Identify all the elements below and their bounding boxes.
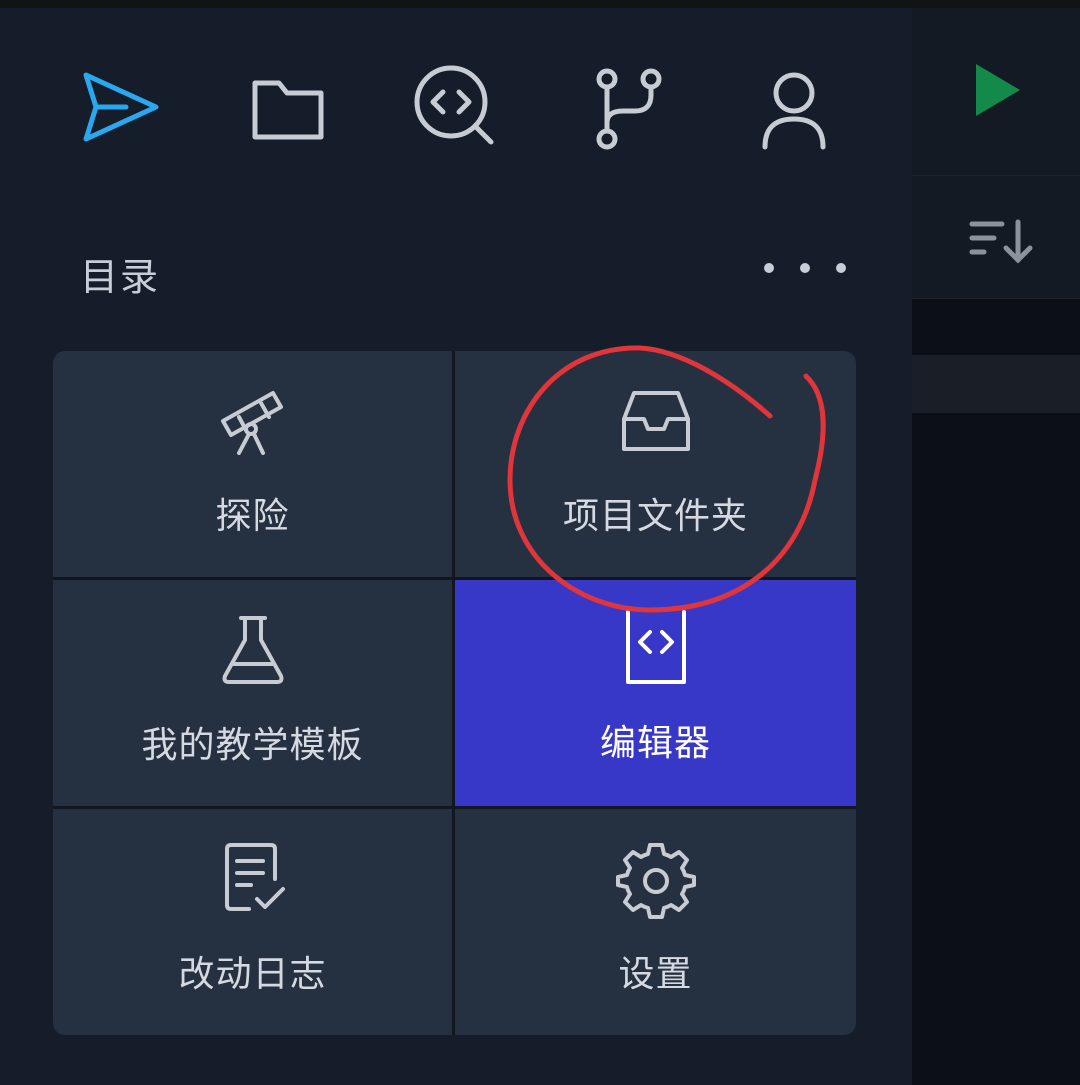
gear-icon	[615, 843, 696, 919]
editor-toolbar	[912, 176, 1080, 299]
changelog-icon	[224, 843, 285, 911]
tile-label: 编辑器	[599, 723, 711, 764]
tile-my-templates[interactable]: 我的教学模板	[53, 580, 452, 806]
menu-grid: 探险 项目文件夹 我的教学模板 编辑器 改动日志 设置	[53, 351, 856, 1035]
profile-button[interactable]	[744, 60, 844, 160]
tile-project-folder[interactable]: 项目文件夹	[455, 351, 856, 577]
git-branch-button[interactable]	[574, 60, 674, 160]
tile-changelog[interactable]: 改动日志	[53, 809, 452, 1035]
telescope-icon	[220, 391, 283, 455]
play-button[interactable]	[968, 60, 1028, 120]
code-search-icon	[414, 65, 494, 145]
tile-settings[interactable]: 设置	[455, 809, 856, 1035]
folder-icon	[252, 80, 324, 140]
tile-label: 项目文件夹	[562, 496, 748, 537]
editor-row	[912, 355, 1080, 413]
tile-explore[interactable]: 探险	[53, 351, 452, 577]
editor-header	[912, 8, 1080, 176]
tile-editor[interactable]: 编辑器	[455, 580, 856, 806]
git-branch-icon	[596, 68, 662, 150]
editor-area	[912, 8, 1080, 1085]
send-button[interactable]	[67, 60, 167, 160]
editor-gap	[912, 299, 1080, 355]
user-icon	[762, 72, 826, 150]
section-title: 目录	[80, 255, 161, 299]
folder-button[interactable]	[236, 60, 336, 160]
app-window: 目录 探险 项目文件夹 我的教学模板 编辑器 改动日志 设置	[0, 0, 1080, 1085]
tile-label: 我的教学模板	[141, 725, 364, 766]
inbox-icon	[621, 391, 690, 451]
play-icon	[976, 64, 1020, 116]
sort-button[interactable]	[966, 218, 1036, 268]
navigation-panel: 目录 探险 项目文件夹 我的教学模板 编辑器 改动日志 设置	[0, 8, 912, 1085]
flask-icon	[222, 616, 283, 684]
top-icon-bar	[0, 60, 912, 160]
more-options-button[interactable]	[764, 248, 846, 288]
more-horizontal-icon	[764, 263, 774, 273]
code-search-button[interactable]	[405, 60, 505, 160]
send-icon	[83, 72, 159, 142]
tile-label: 改动日志	[178, 954, 327, 995]
tile-label: 探险	[215, 496, 290, 537]
sort-descending-icon	[969, 219, 1033, 264]
code-file-icon	[625, 610, 686, 684]
tile-label: 设置	[618, 954, 693, 995]
top-edge	[0, 0, 1080, 8]
